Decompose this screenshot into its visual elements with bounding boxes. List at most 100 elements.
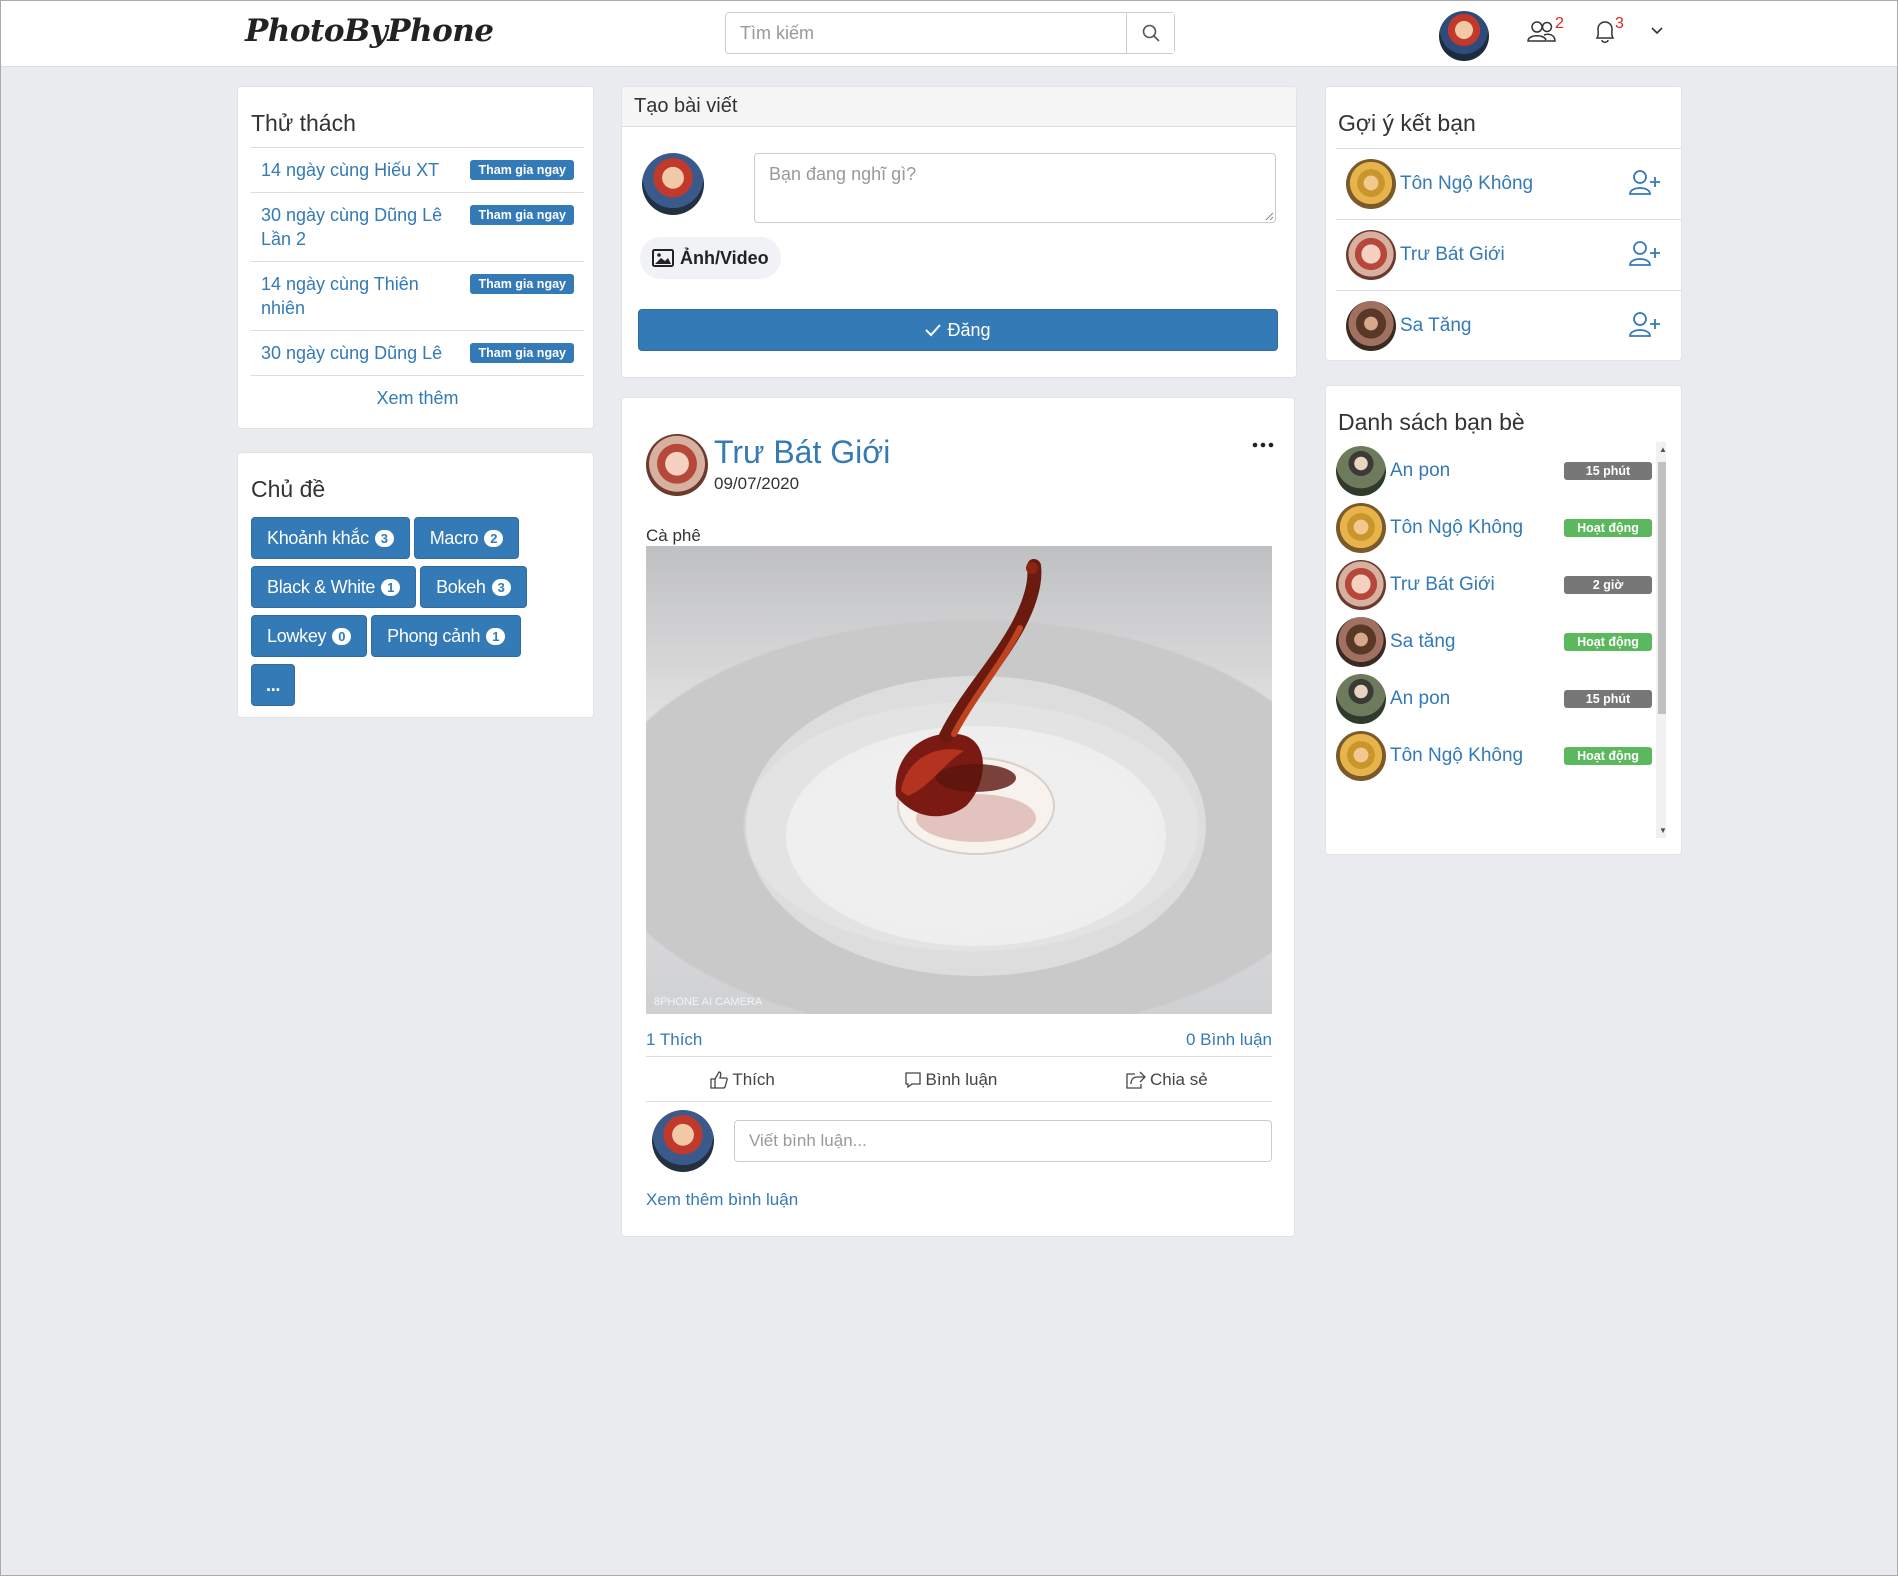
topic-label: Bokeh xyxy=(436,576,486,597)
friend-item[interactable]: An pon 15 phút xyxy=(1336,670,1654,727)
suggestion-name[interactable]: Sa Tăng xyxy=(1400,315,1629,337)
suggestion-avatar[interactable] xyxy=(1346,230,1396,280)
comment-input[interactable] xyxy=(734,1120,1272,1162)
friend-name[interactable]: An pon xyxy=(1390,688,1564,710)
resize-handle-icon xyxy=(1265,212,1274,221)
join-challenge-button[interactable]: Tham gia ngay xyxy=(470,160,574,180)
topic-button[interactable]: Lowkey 0 xyxy=(251,615,368,657)
friend-status-badge: 2 giờ xyxy=(1564,575,1652,594)
topics-title: Chủ đề xyxy=(251,476,326,502)
scroll-down-arrow-icon[interactable]: ▼ xyxy=(1659,826,1666,835)
challenges-see-more-link[interactable]: Xem thêm xyxy=(251,375,584,409)
like-button[interactable]: Thích xyxy=(710,1070,775,1090)
comment-label: Bình luận xyxy=(925,1069,998,1089)
like-label: Thích xyxy=(732,1069,775,1089)
topic-button[interactable]: Macro 2 xyxy=(413,517,520,559)
suggestion-avatar[interactable] xyxy=(1346,159,1396,209)
join-challenge-button[interactable]: Tham gia ngay xyxy=(470,274,574,294)
thumbs-up-icon xyxy=(710,1070,729,1089)
friend-name[interactable]: Tôn Ngộ Không xyxy=(1390,745,1564,767)
add-friend-button[interactable] xyxy=(1629,169,1661,200)
suggestion-item: Sa Tăng xyxy=(1336,290,1681,361)
friends-container: An pon 15 phút Tôn Ngộ Không Hoạt động T… xyxy=(1336,442,1654,784)
topic-label: Phong cảnh xyxy=(387,625,481,646)
create-post-title: Tạo bài viết xyxy=(622,87,1296,127)
friends-scrollbar[interactable]: ▲ ▼ xyxy=(1656,442,1666,838)
topics-list: Khoảnh khắc 3 Macro 2 Black & White 1 Bokeh 3 … xyxy=(251,517,591,713)
topics-panel: Chủ đề Khoảnh khắc 3 Macro 2 Black & White 1… xyxy=(237,452,594,718)
notifications-button[interactable]: 3 xyxy=(1593,15,1624,45)
post-photo[interactable]: 8PHONE AI CAMERA xyxy=(646,546,1272,1014)
suggestion-avatar[interactable] xyxy=(1346,301,1396,351)
scroll-up-arrow-icon[interactable]: ▲ xyxy=(1659,445,1666,454)
challenges-title: Thử thách xyxy=(251,110,356,136)
composer-avatar xyxy=(642,153,704,215)
topic-button[interactable]: Khoảnh khắc 3 xyxy=(251,517,410,559)
caret-down-icon xyxy=(1651,27,1663,35)
friend-item[interactable]: Sa tăng Hoạt động xyxy=(1336,613,1654,670)
topic-button[interactable]: Bokeh 3 xyxy=(420,566,527,608)
search-button[interactable] xyxy=(1126,13,1174,53)
comment-icon xyxy=(904,1071,921,1088)
topic-count: 3 xyxy=(491,578,511,596)
post-author-name[interactable]: Trư Bát Giới xyxy=(714,434,890,471)
site-logo[interactable]: PhotoByPhone xyxy=(245,13,494,49)
friend-requests-button[interactable]: 2 xyxy=(1527,15,1564,43)
friend-suggestions-panel: Gợi ý kết bạn Tôn Ngộ Không Trư Bát Giới… xyxy=(1325,86,1682,361)
join-challenge-button[interactable]: Tham gia ngay xyxy=(470,205,574,225)
friend-item[interactable]: An pon 15 phút xyxy=(1336,442,1654,499)
friend-item[interactable]: Tôn Ngộ Không Hoạt động xyxy=(1336,499,1654,556)
challenges-panel: Thử thách 14 ngày cùng Hiếu XT Tham gia … xyxy=(237,86,594,429)
friend-name[interactable]: Sa tăng xyxy=(1390,631,1564,653)
friends-list[interactable]: An pon 15 phút Tôn Ngộ Không Hoạt động T… xyxy=(1336,442,1666,838)
account-menu-dropdown[interactable] xyxy=(1651,27,1663,35)
suggestion-name[interactable]: Trư Bát Giới xyxy=(1400,244,1629,266)
submit-post-button[interactable]: Đăng xyxy=(638,309,1278,351)
challenge-name[interactable]: 14 ngày cùng Thiên nhiên xyxy=(261,272,461,320)
suggestion-item: Trư Bát Giới xyxy=(1336,219,1681,290)
share-button[interactable]: Chia sẻ xyxy=(1126,1070,1208,1090)
friends-list-title: Danh sách bạn bè xyxy=(1338,409,1525,435)
friend-item[interactable]: Trư Bát Giới 2 giờ xyxy=(1336,556,1654,613)
challenge-item: 30 ngày cùng Dũng Lê Lần 2 Tham gia ngay xyxy=(251,192,584,261)
post-author-avatar[interactable] xyxy=(646,434,708,496)
topic-button[interactable]: Black & White 1 xyxy=(251,566,417,608)
more-topics-button[interactable]: ... xyxy=(251,664,296,706)
friend-status-badge: 15 phút xyxy=(1564,689,1652,708)
topic-count: 3 xyxy=(374,529,394,547)
challenge-item: 14 ngày cùng Thiên nhiên Tham gia ngay xyxy=(251,261,584,330)
scrollbar-thumb[interactable] xyxy=(1658,462,1666,714)
friend-item[interactable]: Tôn Ngộ Không Hoạt động xyxy=(1336,727,1654,784)
users-icon xyxy=(1527,21,1556,42)
topic-button[interactable]: Phong cảnh 1 xyxy=(371,615,522,657)
topic-label: Black & White xyxy=(267,576,376,597)
post-caption: Cà phê xyxy=(646,526,701,545)
post-card: Trư Bát Giới 09/07/2020 Cà phê 8PHONE AI… xyxy=(621,397,1295,1237)
post-actions: Thích Bình luận Chia sẻ xyxy=(646,1058,1272,1102)
search-icon xyxy=(1142,24,1160,42)
comments-count-link[interactable]: 0 Bình luận xyxy=(1186,1030,1272,1050)
view-more-comments-link[interactable]: Xem thêm bình luận xyxy=(646,1190,798,1210)
join-challenge-button[interactable]: Tham gia ngay xyxy=(470,343,574,363)
comment-button[interactable]: Bình luận xyxy=(904,1069,998,1090)
friend-name[interactable]: Trư Bát Giới xyxy=(1390,574,1564,596)
challenge-name[interactable]: 30 ngày cùng Dũng Lê Lần 2 xyxy=(261,203,461,251)
friend-avatar xyxy=(1336,673,1386,724)
add-friend-button[interactable] xyxy=(1629,240,1661,271)
likes-count-link[interactable]: 1 Thích xyxy=(646,1030,702,1050)
add-friend-button[interactable] xyxy=(1629,311,1661,342)
suggestion-name[interactable]: Tôn Ngộ Không xyxy=(1400,173,1629,195)
challenge-name[interactable]: 14 ngày cùng Hiếu XT xyxy=(261,158,461,182)
challenge-name[interactable]: 30 ngày cùng Dũng Lê xyxy=(261,341,461,365)
user-avatar[interactable] xyxy=(1439,11,1489,61)
topic-count: 0 xyxy=(332,627,352,645)
post-options-button[interactable] xyxy=(1252,424,1274,455)
add-media-button[interactable]: Ảnh/Video xyxy=(640,237,781,279)
post-textarea[interactable]: Bạn đang nghĩ gì? xyxy=(754,153,1276,223)
friend-avatar xyxy=(1336,616,1386,667)
friend-name[interactable]: An pon xyxy=(1390,460,1564,482)
friend-name[interactable]: Tôn Ngộ Không xyxy=(1390,517,1564,539)
search-input[interactable] xyxy=(726,13,1126,53)
post-date: 09/07/2020 xyxy=(714,474,800,493)
topic-label: Macro xyxy=(429,527,479,548)
